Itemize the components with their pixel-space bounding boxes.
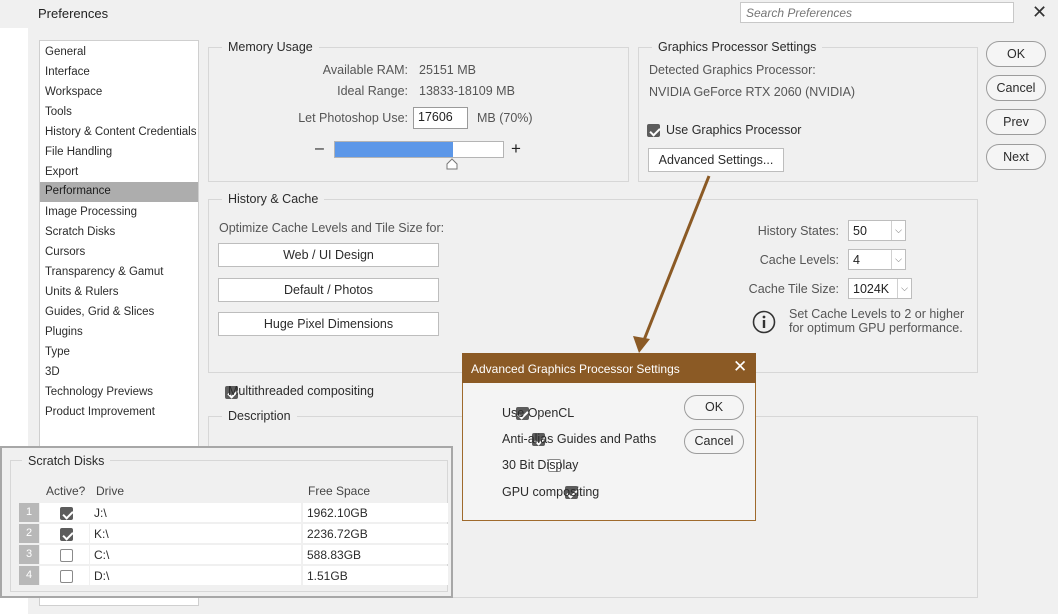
cache-levels-select[interactable]: 4 ⌵ — [848, 249, 906, 270]
cache-tile-label: Cache Tile Size: — [748, 282, 839, 296]
ok-button[interactable]: OK — [986, 41, 1046, 67]
ideal-range-label: Ideal Range: — [337, 84, 408, 98]
header-free-space: Free Space — [308, 484, 371, 498]
increase-button[interactable]: + — [511, 139, 521, 159]
row-number: 2 — [19, 524, 39, 543]
use-gpu-label: Use Graphics Processor — [666, 123, 802, 137]
web-ui-design-button[interactable]: Web / UI Design — [218, 243, 439, 267]
scratch-disks-title: Scratch Disks — [22, 454, 111, 468]
search-input[interactable] — [740, 2, 1014, 23]
dialog-title: Advanced Graphics Processor Settings — [471, 362, 680, 376]
sidebar-item-guides[interactable]: Guides, Grid & Slices — [40, 303, 198, 323]
chevron-down-icon: ⌵ — [891, 221, 905, 240]
close-icon[interactable]: ✕ — [1032, 2, 1047, 23]
active-checkbox[interactable] — [60, 570, 73, 584]
free-space-cell: 1962.10GB — [303, 503, 448, 522]
drive-cell: K:\ — [90, 524, 301, 543]
sidebar-item-product-improvement[interactable]: Product Improvement — [40, 403, 198, 423]
info-icon — [752, 310, 776, 334]
cache-tile-value: 1024K — [853, 282, 890, 296]
history-states-value: 50 — [853, 224, 867, 238]
sidebar-item-units[interactable]: Units & Rulers — [40, 283, 198, 303]
cancel-button[interactable]: Cancel — [986, 75, 1046, 101]
sidebar-item-scratch-disks[interactable]: Scratch Disks — [40, 223, 198, 243]
cache-tile-select[interactable]: 1024K ⌵ — [848, 278, 912, 299]
header-active: Active? — [46, 484, 86, 498]
memory-usage-title: Memory Usage — [222, 40, 319, 54]
active-checkbox[interactable] — [60, 549, 73, 563]
available-ram-label: Available RAM: — [322, 63, 408, 77]
active-cell[interactable] — [40, 545, 89, 564]
sidebar-item-general[interactable]: General — [40, 43, 198, 63]
history-cache-title: History & Cache — [222, 192, 325, 206]
chevron-down-icon: ⌵ — [897, 279, 911, 298]
free-space-cell: 1.51GB — [303, 566, 448, 585]
ram-slider[interactable] — [334, 141, 504, 158]
history-states-label: History States: — [757, 224, 839, 238]
sidebar-item-file-handling[interactable]: File Handling — [40, 143, 198, 163]
chevron-down-icon: ⌵ — [891, 250, 905, 269]
active-checkbox[interactable] — [60, 507, 73, 521]
default-photos-button[interactable]: Default / Photos — [218, 278, 439, 302]
detected-gpu-label: Detected Graphics Processor: — [649, 63, 816, 77]
multithreaded-label: Multithreaded compositing — [228, 384, 374, 398]
sidebar-item-interface[interactable]: Interface — [40, 63, 198, 83]
active-checkbox[interactable] — [60, 528, 73, 542]
sidebar-item-performance[interactable]: Performance — [40, 182, 198, 202]
dialog-cancel-button[interactable]: Cancel — [684, 429, 744, 454]
row-number: 4 — [19, 566, 39, 585]
ram-use-input[interactable]: 17606 — [413, 107, 468, 129]
drive-cell: D:\ — [90, 566, 301, 585]
sidebar-item-cursors[interactable]: Cursors — [40, 243, 198, 263]
free-space-cell: 588.83GB — [303, 545, 448, 564]
description-title: Description — [222, 409, 297, 423]
prev-button[interactable]: Prev — [986, 109, 1046, 135]
ideal-range-value: 13833-18109 MB — [419, 84, 515, 98]
sidebar-item-workspace[interactable]: Workspace — [40, 83, 198, 103]
sidebar-item-history[interactable]: History & Content Credentials — [40, 123, 198, 143]
row-number: 3 — [19, 545, 39, 564]
sidebar-item-type[interactable]: Type — [40, 343, 198, 363]
optimize-label: Optimize Cache Levels and Tile Size for: — [219, 221, 445, 235]
scratch-disk-table: 1 J:\ 1962.10GB 2 K:\ 2236.72GB 3 C:\ 58… — [19, 503, 448, 587]
available-ram-value: 25151 MB — [419, 63, 476, 77]
close-icon[interactable]: ✕ — [733, 357, 747, 377]
cache-info-line1: Set Cache Levels to 2 or higher — [789, 307, 965, 321]
sidebar-item-transparency[interactable]: Transparency & Gamut — [40, 263, 198, 283]
dialog-ok-button[interactable]: OK — [684, 395, 744, 420]
gpu-compositing-label: GPU compositing — [502, 485, 600, 499]
row-number: 1 — [19, 503, 39, 522]
sidebar-item-export[interactable]: Export — [40, 163, 198, 183]
cache-info-line2: for optimum GPU performance. — [789, 321, 963, 335]
cache-levels-value: 4 — [853, 253, 860, 267]
active-cell[interactable] — [40, 524, 89, 543]
drive-cell: C:\ — [90, 545, 301, 564]
sidebar-item-tools[interactable]: Tools — [40, 103, 198, 123]
sidebar-item-technology-previews[interactable]: Technology Previews — [40, 383, 198, 403]
next-button[interactable]: Next — [986, 144, 1046, 170]
ram-use-suffix: MB (70%) — [477, 111, 533, 125]
30-bit-display-label: 30 Bit Display — [502, 458, 579, 472]
free-space-cell: 2236.72GB — [303, 524, 448, 543]
active-cell[interactable] — [40, 566, 89, 585]
anti-alias-label: Anti-alias Guides and Paths — [502, 432, 657, 446]
gpu-settings-title: Graphics Processor Settings — [652, 40, 823, 54]
huge-pixel-button[interactable]: Huge Pixel Dimensions — [218, 312, 439, 336]
ram-slider-fill — [335, 142, 453, 157]
ram-use-label: Let Photoshop Use: — [298, 111, 408, 125]
use-gpu-checkbox[interactable] — [647, 124, 660, 138]
header-drive: Drive — [96, 484, 125, 498]
cache-levels-label: Cache Levels: — [759, 253, 839, 267]
use-opencl-label: Use OpenCL — [502, 406, 575, 420]
arrow-annotation — [633, 175, 711, 353]
window-title: Preferences — [38, 6, 109, 21]
sidebar-item-plugins[interactable]: Plugins — [40, 323, 198, 343]
drive-cell: J:\ — [90, 503, 301, 522]
detected-gpu-value: NVIDIA GeForce RTX 2060 (NVIDIA) — [649, 85, 856, 99]
ram-slider-thumb[interactable] — [445, 158, 459, 170]
history-states-select[interactable]: 50 ⌵ — [848, 220, 906, 241]
sidebar-item-3d[interactable]: 3D — [40, 363, 198, 383]
sidebar-item-image-processing[interactable]: Image Processing — [40, 203, 198, 223]
decrease-button[interactable]: – — [315, 140, 324, 158]
